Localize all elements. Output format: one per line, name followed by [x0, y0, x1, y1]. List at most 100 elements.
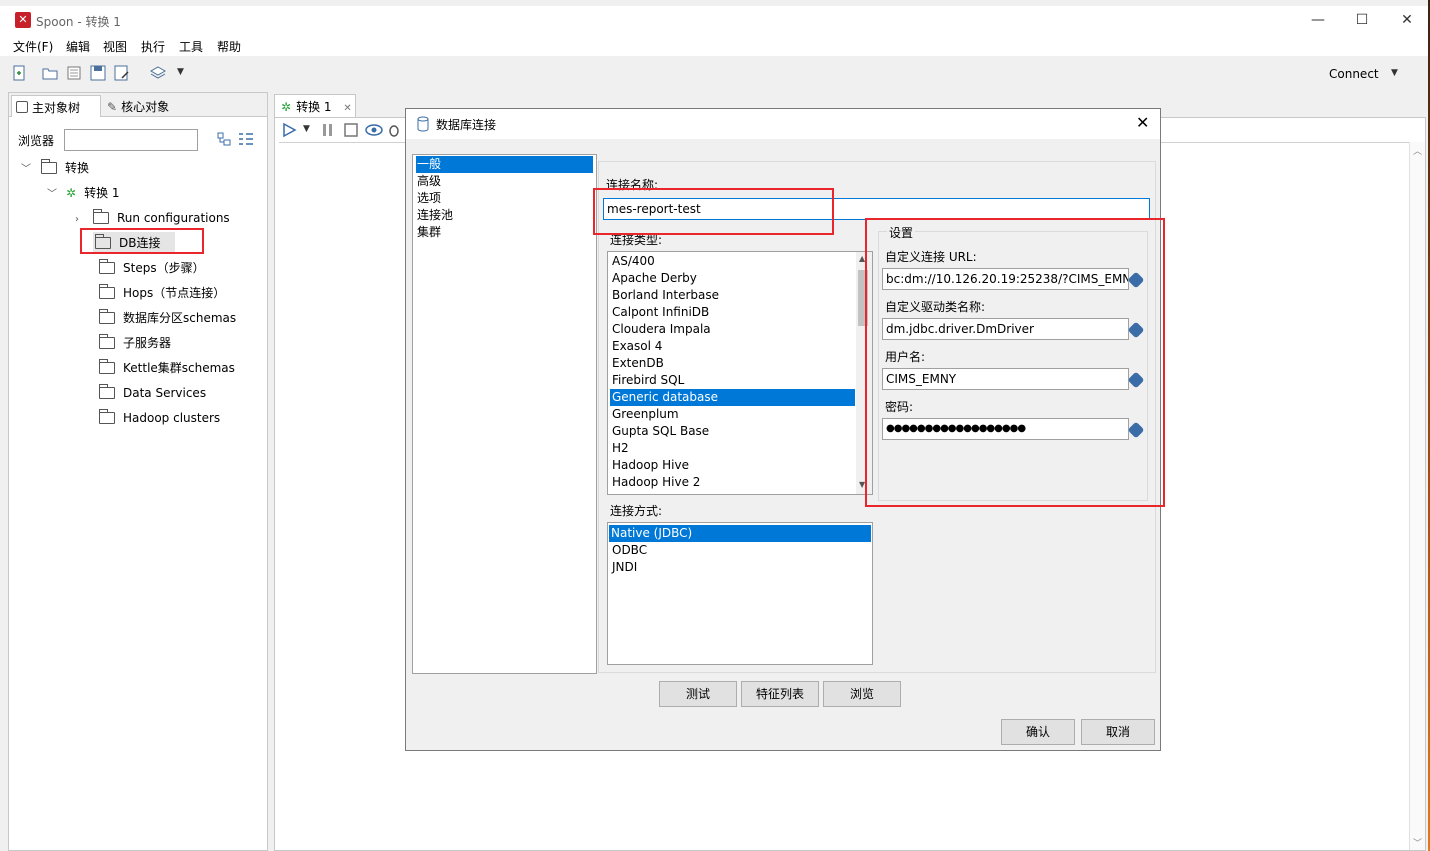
pause-icon[interactable] — [321, 122, 335, 138]
test-button[interactable]: 测试 — [659, 681, 737, 707]
menu-run[interactable]: 执行 — [141, 38, 165, 55]
conn-type-item[interactable]: Exasol 4 — [610, 338, 662, 355]
window-title: Spoon - 转换 1 — [36, 15, 121, 29]
dialog-title-bar: 数据库连接 ✕ — [406, 109, 1160, 139]
tree-root-label: 转换 — [65, 161, 90, 175]
category-general[interactable]: 一般 — [416, 156, 593, 173]
maximize-button[interactable]: ☐ — [1339, 6, 1385, 36]
layers-icon[interactable] — [150, 65, 166, 81]
layers-dropdown-icon[interactable]: ▼ — [177, 67, 184, 77]
category-pooling[interactable]: 连接池 — [416, 207, 593, 224]
save-icon[interactable] — [90, 65, 106, 81]
menu-help[interactable]: 帮助 — [217, 38, 241, 55]
cancel-button[interactable]: 取消 — [1081, 719, 1155, 745]
conn-type-item[interactable]: ExtenDB — [610, 355, 664, 372]
ok-button[interactable]: 确认 — [1001, 719, 1075, 745]
collapse-all-icon[interactable] — [217, 132, 231, 146]
tree-item-hops[interactable]: Hops（节点连接） — [99, 282, 225, 304]
main-toolbar: ▼ Connect ▼ — [0, 56, 1428, 90]
tab-core-objects[interactable]: ✎ 核心对象 — [103, 95, 195, 117]
menu-file[interactable]: 文件(F) — [13, 38, 53, 55]
database-icon — [417, 116, 429, 132]
stop-icon[interactable] — [343, 122, 359, 138]
conn-type-item[interactable]: Firebird SQL — [610, 372, 684, 389]
scroll-down-icon[interactable]: ﹀ — [1413, 836, 1422, 849]
tree-root[interactable]: ﹀ 转换 — [21, 157, 89, 179]
transformation-icon: ✲ — [66, 186, 77, 200]
menu-view[interactable]: 视图 — [103, 38, 127, 55]
conn-type-item[interactable]: Hadoop Hive 2 — [610, 474, 700, 491]
tree-item-label: 数据库分区schemas — [123, 311, 237, 325]
browser-label: 浏览器 — [18, 134, 55, 148]
conn-type-item[interactable]: Gupta SQL Base — [610, 423, 709, 440]
conn-type-item[interactable]: Borland Interbase — [610, 287, 719, 304]
new-file-icon[interactable] — [11, 65, 27, 81]
tree-item-run-config[interactable]: › Run configurations — [75, 207, 230, 229]
run-dropdown-icon[interactable]: ▼ — [303, 124, 310, 134]
access-list[interactable]: Native (JDBC) ODBC JNDI — [607, 522, 873, 665]
preview-eye-icon[interactable] — [365, 122, 383, 138]
category-list: 一般 高级 选项 连接池 集群 — [412, 154, 597, 674]
close-tab-icon[interactable]: ✕ — [343, 103, 351, 114]
category-cluster[interactable]: 集群 — [416, 224, 593, 241]
menu-tools[interactable]: 工具 — [179, 38, 203, 55]
tab-transformation[interactable]: ✲ 转换 1 ✕ — [274, 94, 356, 118]
highlight-conn-name — [593, 188, 834, 235]
tree-trans[interactable]: ﹀ ✲ 转换 1 — [47, 182, 120, 204]
conn-type-item[interactable]: Cloudera Impala — [610, 321, 711, 338]
tree-item-slave-servers[interactable]: 子服务器 — [99, 332, 171, 354]
connect-dropdown-icon[interactable]: ▼ — [1391, 68, 1398, 78]
tree-item-label: 子服务器 — [123, 336, 172, 350]
conn-type-item[interactable]: AS/400 — [610, 253, 655, 270]
connect-button[interactable]: Connect — [1329, 67, 1379, 81]
features-button[interactable]: 特征列表 — [741, 681, 819, 707]
access-item[interactable]: JNDI — [610, 559, 637, 576]
highlight-db-connection — [80, 228, 204, 254]
conn-type-item[interactable]: Calpont InfiniDB — [610, 304, 709, 321]
folder-icon — [99, 334, 115, 349]
conn-type-item[interactable]: Hadoop Hive — [610, 457, 689, 474]
dialog-close-icon[interactable]: ✕ — [1136, 113, 1149, 132]
debug-bug-icon[interactable] — [387, 122, 401, 138]
highlight-settings — [865, 218, 1165, 507]
canvas-scrollbar[interactable]: ︿ ﹀ — [1409, 142, 1425, 850]
tab-main-tree-label: 主对象树 — [32, 101, 81, 115]
tree-item-label: Kettle集群schemas — [123, 361, 235, 375]
conn-type-item[interactable]: H2 — [610, 440, 629, 457]
minimize-button[interactable]: — — [1295, 6, 1341, 36]
conn-type-item[interactable]: Apache Derby — [610, 270, 697, 287]
tree-item-label: Run configurations — [117, 211, 230, 225]
tab-main-tree[interactable]: 主对象树 — [11, 95, 101, 117]
scroll-up-icon[interactable]: ︿ — [1413, 144, 1422, 157]
tree-item-data-services[interactable]: Data Services — [99, 382, 206, 404]
category-advanced[interactable]: 高级 — [416, 173, 593, 190]
save-as-icon[interactable] — [114, 65, 130, 81]
spoon-logo-icon: ✕ — [15, 12, 31, 28]
open-file-icon[interactable] — [42, 65, 58, 81]
category-options[interactable]: 选项 — [416, 190, 593, 207]
expand-all-icon[interactable] — [238, 132, 254, 146]
close-window-button[interactable]: ✕ — [1384, 6, 1430, 36]
access-item[interactable]: ODBC — [610, 542, 647, 559]
explore-button[interactable]: 浏览 — [823, 681, 901, 707]
run-icon[interactable] — [281, 122, 297, 138]
access-item-selected[interactable]: Native (JDBC) — [609, 525, 871, 542]
tree-item-steps[interactable]: Steps（步骤） — [99, 257, 205, 279]
dialog-title: 数据库连接 — [436, 118, 497, 132]
tree-item-label: Steps（步骤） — [123, 261, 205, 275]
tree-item-cluster-schemas[interactable]: Kettle集群schemas — [99, 357, 235, 379]
tree-item-label: Data Services — [123, 386, 207, 400]
conn-type-item-selected[interactable]: Generic database — [610, 389, 855, 406]
tree-item-partition-schemas[interactable]: 数据库分区schemas — [99, 307, 236, 329]
pencil-icon: ✎ — [107, 100, 118, 114]
folder-icon — [41, 159, 57, 174]
conn-type-list[interactable]: AS/400 Apache Derby Borland Interbase Ca… — [607, 251, 873, 495]
tree-item-hadoop-clusters[interactable]: Hadoop clusters — [99, 407, 220, 429]
browser-search-input[interactable] — [64, 129, 198, 151]
title-bar: ✕ Spoon - 转换 1 — ☐ ✕ — [0, 6, 1428, 36]
conn-type-item[interactable]: Greenplum — [610, 406, 679, 423]
menu-edit[interactable]: 编辑 — [66, 38, 90, 55]
left-panel: 主对象树 ✎ 核心对象 浏览器 ﹀ 转换 ﹀ ✲ 转换 1 › Run configura… — [8, 92, 268, 851]
menu-bar: 文件(F) 编辑 视图 执行 工具 帮助 — [0, 36, 1428, 56]
explore-repo-icon[interactable] — [66, 65, 82, 81]
